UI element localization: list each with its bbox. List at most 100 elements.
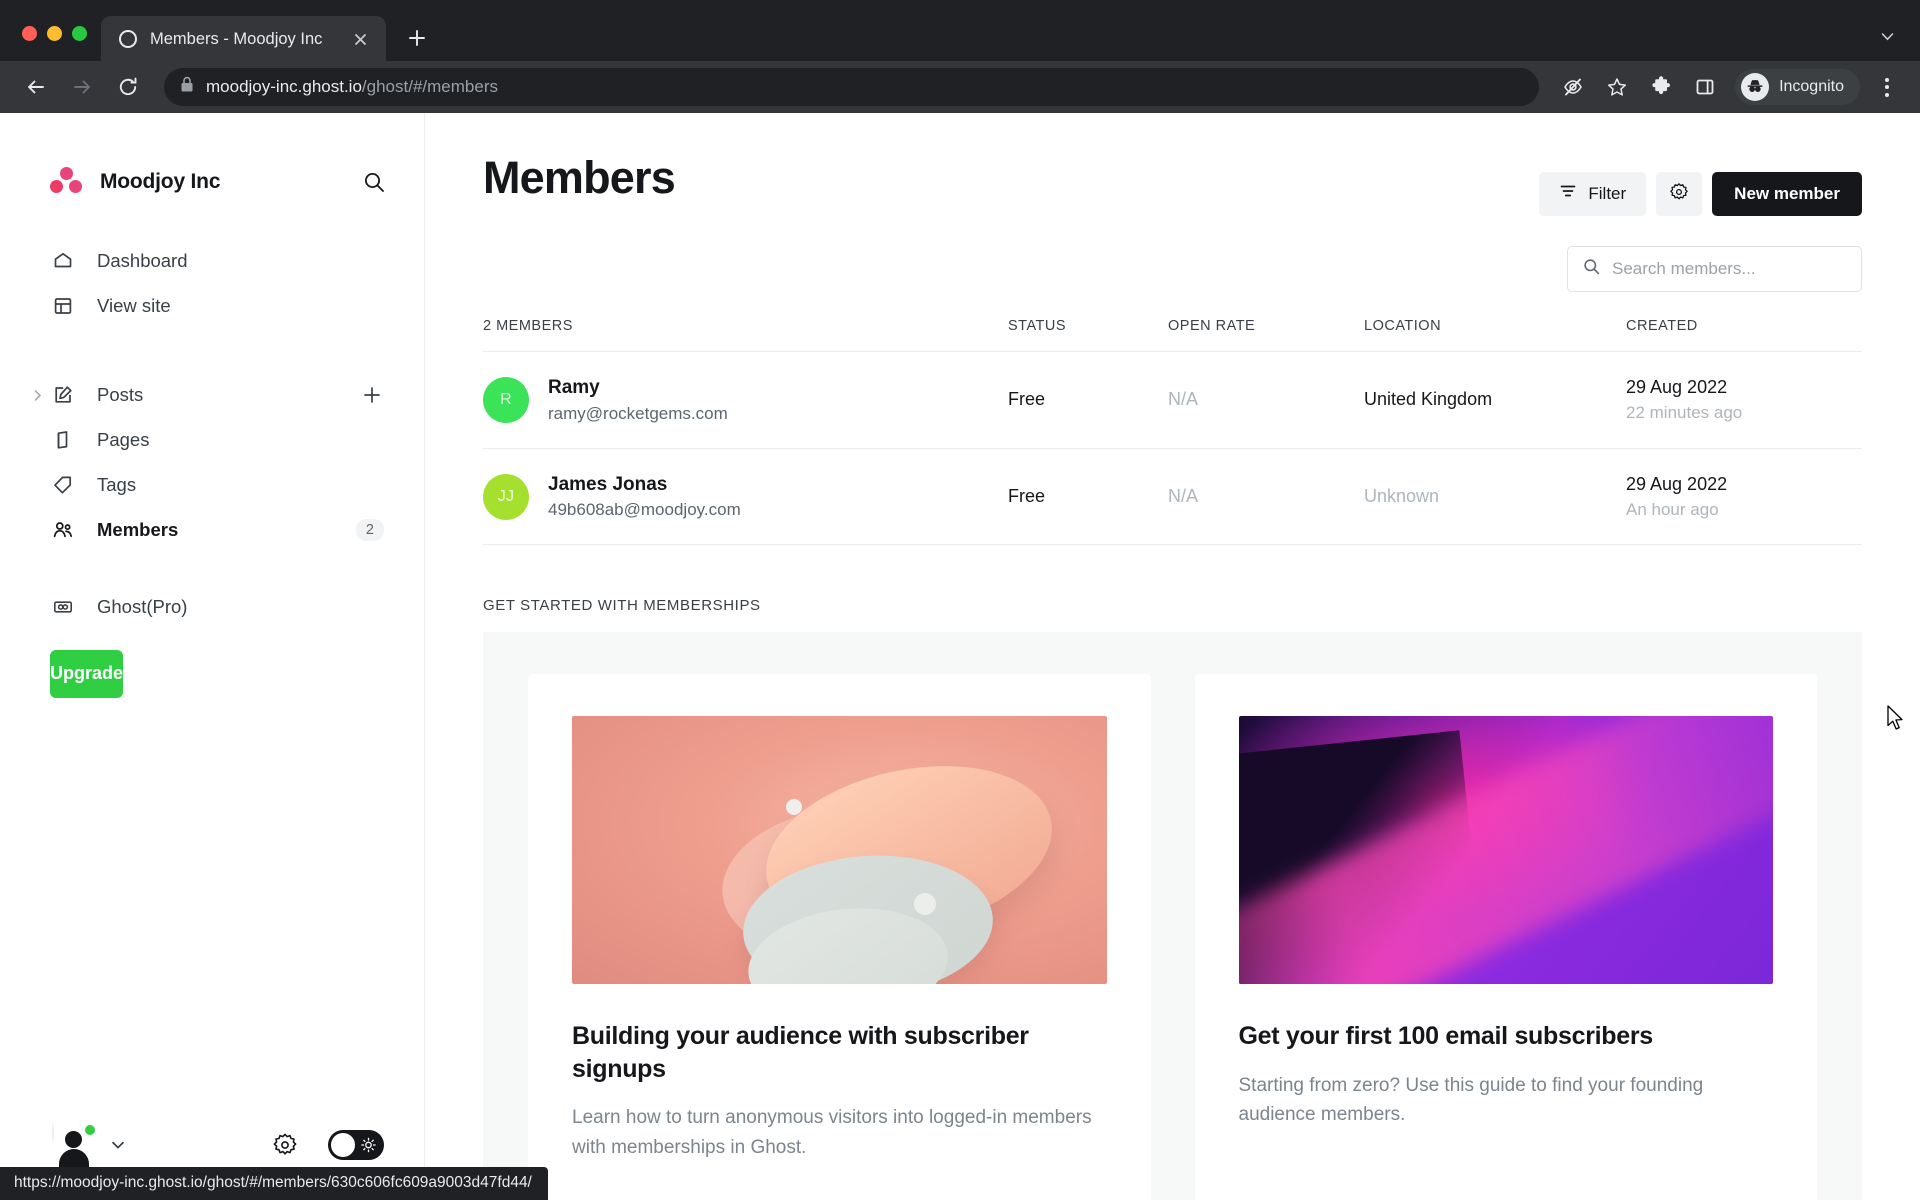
tab-strip: Members - Moodjoy Inc: [0, 0, 1920, 63]
members-count-badge: 2: [355, 519, 384, 542]
new-post-plus-icon[interactable]: [360, 383, 384, 407]
address-bar[interactable]: moodjoy-inc.ghost.io/ghost/#/members: [164, 68, 1540, 107]
eye-off-icon[interactable]: [1553, 67, 1593, 107]
online-status-dot: [83, 1123, 97, 1137]
sidebar-item-pages[interactable]: Pages: [18, 418, 406, 463]
edit-icon: [50, 382, 76, 408]
browser-toolbar: moodjoy-inc.ghost.io/ghost/#/members Inc…: [0, 61, 1920, 113]
browser-menu-icon[interactable]: [1870, 67, 1904, 107]
get-started-heading: GET STARTED WITH MEMBERSHIPS: [483, 597, 761, 615]
ghost-pro-icon: [50, 594, 76, 620]
member-identity: JJ James Jonas 49b608ab@moodjoy.com: [483, 473, 1008, 521]
sun-icon: [361, 1137, 376, 1153]
theme-toggle[interactable]: [328, 1130, 384, 1160]
member-identity: R Ramy ramy@rocketgems.com: [483, 376, 1008, 424]
table-row[interactable]: JJ James Jonas 49b608ab@moodjoy.com Free…: [483, 449, 1862, 546]
chevron-right-icon[interactable]: [28, 386, 46, 404]
forward-icon[interactable]: [62, 67, 102, 107]
site-title: Moodjoy Inc: [100, 169, 221, 193]
filter-button[interactable]: Filter: [1539, 171, 1647, 216]
gear-icon: [1669, 182, 1689, 205]
link-status-bar: https://moodjoy-inc.ghost.io/ghost/#/mem…: [0, 1167, 548, 1200]
header-actions: Filter New member: [1539, 153, 1862, 216]
member-open-rate: N/A: [1168, 486, 1199, 507]
member-status: Free: [1008, 389, 1046, 410]
search-icon[interactable]: [359, 167, 389, 197]
member-location: United Kingdom: [1364, 389, 1493, 410]
search-input[interactable]: [1612, 258, 1847, 279]
member-created: 29 Aug 2022 An hour ago: [1626, 474, 1862, 520]
close-tab-icon[interactable]: [348, 27, 372, 51]
sidebar-item-ghost-pro[interactable]: Ghost(Pro): [18, 585, 406, 630]
sidebar-label-tags: Tags: [97, 474, 137, 496]
layout-icon: [50, 293, 76, 319]
member-created-relative: An hour ago: [1626, 499, 1719, 519]
member-email: ramy@rocketgems.com: [548, 403, 728, 423]
ghost-circle-icon: [119, 30, 137, 49]
column-header-members: 2 MEMBERS: [483, 317, 573, 334]
incognito-label: Incognito: [1779, 78, 1844, 96]
resource-card[interactable]: Get your first 100 email subscribers Sta…: [1194, 674, 1817, 1200]
new-member-button[interactable]: New member: [1712, 171, 1862, 216]
tag-icon: [50, 472, 76, 498]
url-domain: moodjoy-inc.ghost.io: [206, 77, 362, 97]
sidebar-item-posts[interactable]: Posts: [18, 373, 406, 418]
users-icon: [50, 517, 76, 543]
side-panel-icon[interactable]: [1685, 67, 1725, 107]
sidebar-item-view-site[interactable]: View site: [18, 284, 406, 329]
sidebar-label-dashboard: Dashboard: [97, 250, 188, 272]
member-created-relative: 22 minutes ago: [1626, 402, 1743, 422]
bookmark-star-icon[interactable]: [1597, 67, 1637, 107]
search-icon: [1582, 257, 1601, 281]
pastel-discs-image: [572, 716, 1107, 985]
main-content: Members Filter New member Search members…: [425, 112, 1920, 1200]
settings-gear-icon[interactable]: [270, 1130, 300, 1160]
browser-tab[interactable]: Members - Moodjoy Inc: [101, 16, 386, 63]
column-header-status: STATUS: [1008, 317, 1067, 334]
card-description: Learn how to turn anonymous visitors int…: [572, 1107, 1092, 1158]
browser-window: Members - Moodjoy Inc moodjoy-inc.ghost.…: [0, 0, 1920, 1200]
user-avatar[interactable]: [52, 1123, 97, 1171]
column-header-location: LOCATION: [1364, 317, 1442, 334]
sidebar: Moodjoy Inc Dashboard View site Posts Pa…: [0, 112, 425, 1200]
member-email: 49b608ab@moodjoy.com: [548, 500, 741, 520]
sidebar-item-tags[interactable]: Tags: [18, 463, 406, 508]
resource-card[interactable]: Building your audience with subscriber s…: [528, 674, 1151, 1200]
maximize-window-button[interactable]: [72, 26, 87, 42]
member-status: Free: [1008, 486, 1046, 507]
sidebar-label-posts: Posts: [97, 384, 144, 406]
search-members-box[interactable]: [1567, 245, 1862, 292]
tab-title: Members - Moodjoy Inc: [150, 29, 323, 48]
page-header: Members Filter New member: [483, 113, 1862, 216]
sidebar-label-members: Members: [97, 519, 179, 541]
table-row[interactable]: R Ramy ramy@rocketgems.com Free N/A Unit…: [483, 352, 1862, 449]
close-window-button[interactable]: [22, 26, 37, 42]
members-settings-button[interactable]: [1656, 171, 1703, 216]
upgrade-button[interactable]: Upgrade: [50, 649, 124, 698]
table-header-row: 2 MEMBERS STATUS OPEN RATE LOCATION CREA…: [483, 318, 1862, 352]
sidebar-nav: Dashboard View site Posts Pages Tags Mem…: [0, 213, 424, 698]
tab-search-chevron-down-icon[interactable]: [1876, 25, 1898, 47]
address-bar-text: moodjoy-inc.ghost.io/ghost/#/members: [206, 77, 498, 97]
sidebar-item-members[interactable]: Members 2: [18, 508, 406, 553]
sidebar-label-view-site: View site: [97, 295, 171, 317]
page-content: Moodjoy Inc Dashboard View site Posts Pa…: [0, 112, 1920, 1200]
chevron-down-icon[interactable]: [107, 1134, 129, 1156]
pages-icon: [50, 427, 76, 453]
page-title: Members: [483, 151, 676, 203]
window-controls[interactable]: [14, 26, 101, 61]
brand-header: Moodjoy Inc: [0, 113, 424, 213]
get-started-panel: Building your audience with subscriber s…: [483, 632, 1862, 1200]
filter-icon: [1559, 182, 1577, 205]
column-header-created: CREATED: [1626, 317, 1698, 334]
minimize-window-button[interactable]: [47, 26, 62, 42]
new-tab-button[interactable]: [400, 21, 434, 55]
sidebar-item-dashboard[interactable]: Dashboard: [18, 239, 406, 284]
search-row: [483, 245, 1862, 292]
card-title: Building your audience with subscriber s…: [572, 1022, 1029, 1083]
members-table: 2 MEMBERS STATUS OPEN RATE LOCATION CREA…: [483, 318, 1862, 546]
reload-icon[interactable]: [108, 67, 148, 107]
extensions-puzzle-icon[interactable]: [1641, 67, 1681, 107]
back-icon[interactable]: [16, 67, 56, 107]
incognito-profile-button[interactable]: Incognito: [1735, 69, 1860, 106]
